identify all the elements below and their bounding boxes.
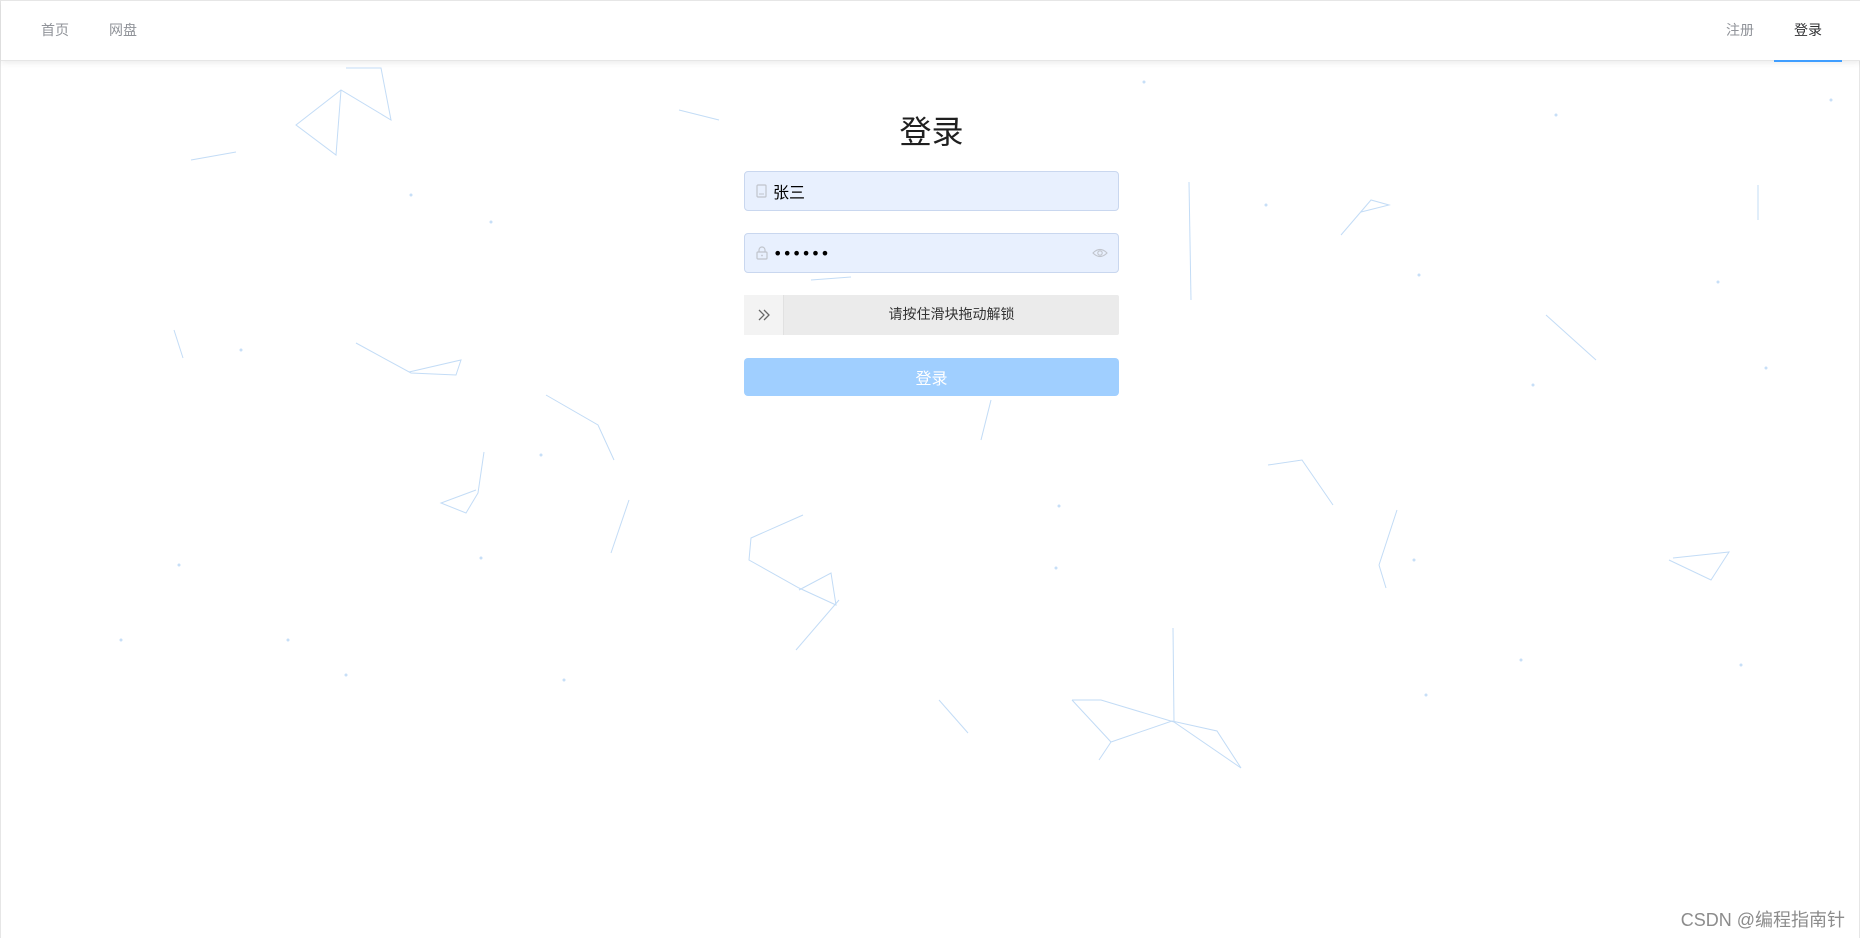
slide-verify: 请按住滑块拖动解锁 xyxy=(744,295,1119,335)
nav-left-group: 首页 网盘 xyxy=(21,1,157,61)
nav-right-group: 注册 登录 xyxy=(1706,1,1842,62)
watermark: CSDN @编程指南针 xyxy=(1680,910,1845,930)
nav-item-login[interactable]: 登录 xyxy=(1774,1,1842,62)
slider-hint-text: 请按住滑块拖动解锁 xyxy=(888,307,1015,323)
nav-item-home[interactable]: 首页 xyxy=(21,1,89,61)
nav-item-register[interactable]: 注册 xyxy=(1706,1,1774,61)
username-field-wrapper xyxy=(744,171,1119,211)
lock-icon xyxy=(756,246,768,260)
double-chevron-right-icon xyxy=(758,309,770,321)
eye-icon[interactable] xyxy=(1092,246,1108,260)
password-input[interactable] xyxy=(773,234,1083,272)
login-title: 登录 xyxy=(899,113,964,151)
slider-handle[interactable] xyxy=(744,295,784,335)
username-input[interactable] xyxy=(773,172,1083,210)
user-icon xyxy=(756,184,767,198)
login-form: 登录 张三 请按住滑块拖动解锁 登录 xyxy=(744,105,1119,396)
top-navbar: 首页 网盘 注册 登录 xyxy=(1,0,1860,62)
login-button[interactable]: 登录 xyxy=(744,358,1119,396)
app-window: 首页 网盘 注册 登录 登录 张三 请按住滑块拖动解锁 登录 CSDN @编程指… xyxy=(0,0,1860,938)
password-field-wrapper xyxy=(744,233,1119,273)
nav-item-netdisk[interactable]: 网盘 xyxy=(89,1,157,61)
